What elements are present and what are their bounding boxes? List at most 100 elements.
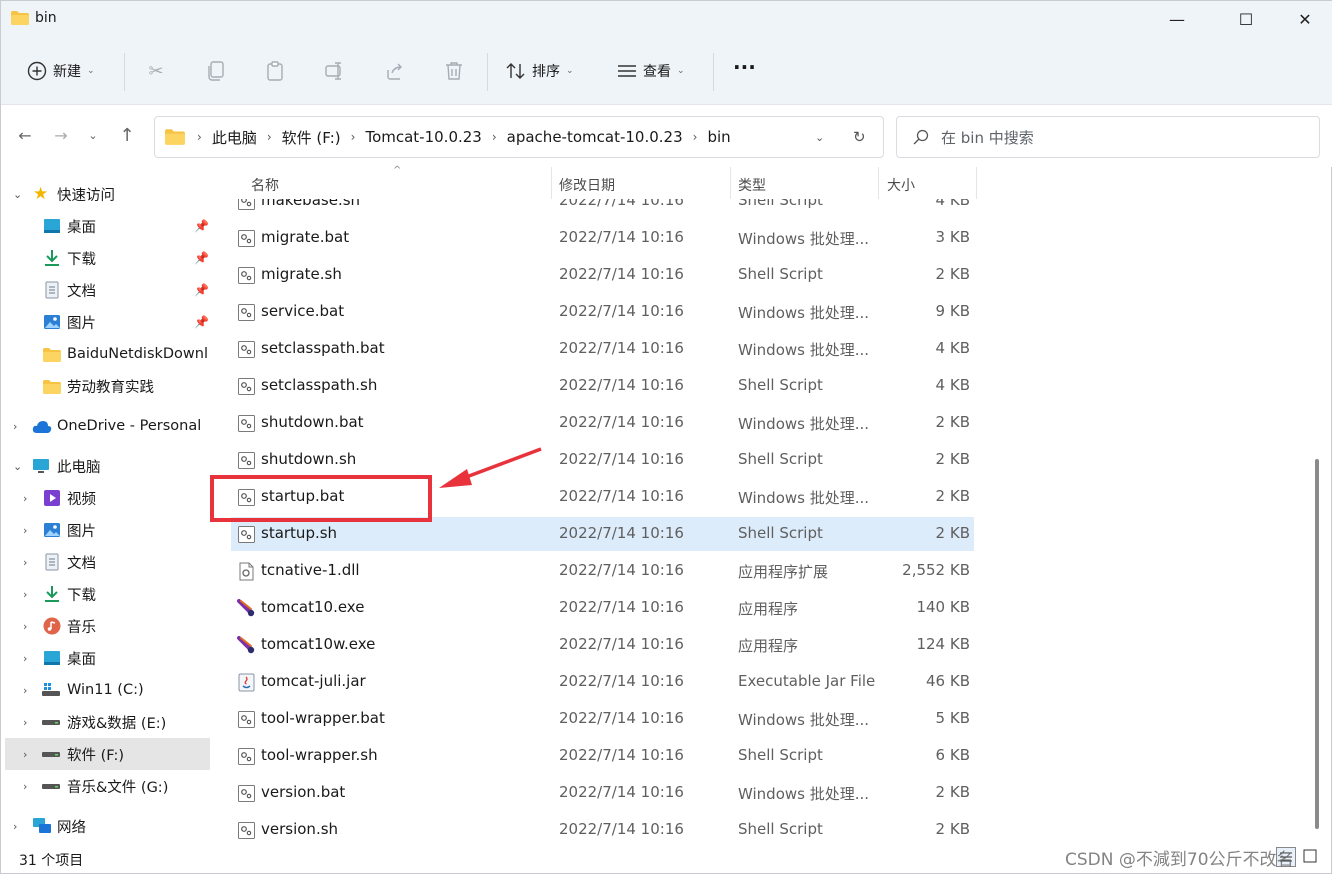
file-row[interactable]: tomcat10.exe 2022/7/14 10:16 应用程序 140 KB bbox=[231, 591, 974, 625]
file-row[interactable]: tcnative-1.dll 2022/7/14 10:16 应用程序扩展 2,552… bbox=[231, 554, 974, 588]
nav-quick-desktop[interactable]: 桌面 📌 bbox=[1, 210, 211, 242]
nav-quick-pictures[interactable]: 图片 📌 bbox=[1, 306, 211, 338]
nav-pc-music[interactable]: › 音乐 bbox=[1, 610, 211, 642]
file-row[interactable]: tool-wrapper.bat 2022/7/14 10:16 Windows 批… bbox=[231, 702, 974, 736]
chevron-right-icon[interactable]: › bbox=[13, 420, 17, 433]
file-name: setclasspath.sh bbox=[261, 376, 378, 394]
delete-button[interactable] bbox=[442, 59, 466, 83]
chevron-right-icon[interactable]: › bbox=[13, 820, 17, 833]
nav-label: 劳动教育实践 bbox=[67, 379, 154, 396]
nav-pc-drive-c[interactable]: › Win11 (C:) bbox=[1, 674, 211, 706]
sort-button[interactable]: 排序 ⌄ bbox=[506, 57, 574, 85]
script-file-icon bbox=[237, 199, 256, 211]
nav-quick-baidu[interactable]: BaiduNetdiskDownl bbox=[1, 338, 211, 370]
chevron-right-icon[interactable]: › bbox=[23, 716, 27, 729]
file-type: Windows 批处理... bbox=[738, 341, 870, 359]
column-header-row: ^ 名称 修改日期 类型 大小 bbox=[231, 165, 977, 199]
nav-pc-downloads[interactable]: › 下载 bbox=[1, 578, 211, 610]
chevron-right-icon[interactable]: › bbox=[23, 524, 27, 537]
file-date: 2022/7/14 10:16 bbox=[559, 487, 684, 505]
minimize-button[interactable]: — bbox=[1154, 1, 1200, 37]
search-box[interactable]: 在 bin 中搜索 bbox=[896, 116, 1320, 158]
back-button[interactable]: ← bbox=[13, 123, 37, 147]
file-row[interactable]: version.sh 2022/7/14 10:16 Shell Script 2 K… bbox=[231, 813, 974, 847]
chevron-right-icon[interactable]: › bbox=[23, 588, 27, 601]
nav-pc-drive-g[interactable]: › 音乐&文件 (G:) bbox=[1, 770, 211, 802]
file-row[interactable]: setclasspath.sh 2022/7/14 10:16 Shell Scri… bbox=[231, 369, 974, 403]
maximize-button[interactable]: ☐ bbox=[1223, 1, 1269, 37]
file-row[interactable]: tool-wrapper.sh 2022/7/14 10:16 Shell Scri… bbox=[231, 739, 974, 773]
chevron-right-icon[interactable]: › bbox=[23, 652, 27, 665]
chevron-down-icon[interactable]: ⌄ bbox=[13, 188, 22, 201]
column-header-type[interactable]: 类型 bbox=[738, 175, 766, 195]
column-header-size[interactable]: 大小 bbox=[887, 175, 915, 195]
column-divider[interactable] bbox=[551, 167, 552, 199]
column-header-name[interactable]: 名称 bbox=[251, 175, 279, 195]
up-button[interactable]: ↑ bbox=[115, 123, 139, 147]
nav-network[interactable]: › 网络 bbox=[1, 810, 211, 842]
share-button[interactable] bbox=[383, 59, 407, 83]
chevron-right-icon[interactable]: › bbox=[23, 780, 27, 793]
file-size: 140 KB bbox=[916, 598, 970, 616]
vertical-scrollbar[interactable] bbox=[1308, 167, 1326, 847]
title-bar[interactable]: bin — ☐ ✕ bbox=[1, 1, 1332, 37]
chevron-right-icon[interactable]: › bbox=[23, 556, 27, 569]
file-row[interactable]: tomcat-juli.jar 2022/7/14 10:16 Executable… bbox=[231, 665, 974, 699]
file-row[interactable]: shutdown.sh 2022/7/14 10:16 Shell Script 2 … bbox=[231, 443, 974, 477]
file-row[interactable]: migrate.sh 2022/7/14 10:16 Shell Script 2 K… bbox=[231, 258, 974, 292]
chevron-down-icon[interactable]: ⌄ bbox=[13, 460, 22, 473]
file-row[interactable]: makebase.sh 2022/7/14 10:16 Shell Script 4 … bbox=[231, 199, 974, 218]
file-name: version.bat bbox=[261, 783, 346, 801]
paste-button[interactable] bbox=[263, 59, 287, 83]
breadcrumb-bin[interactable]: bin bbox=[707, 128, 730, 146]
nav-quick-labor[interactable]: 劳动教育实践 bbox=[1, 370, 211, 402]
nav-quick-access[interactable]: ⌄ ★ 快速访问 bbox=[1, 178, 211, 210]
maximize-icon: ☐ bbox=[1238, 9, 1254, 29]
column-header-date[interactable]: 修改日期 bbox=[559, 175, 615, 195]
nav-quick-downloads[interactable]: 下载 📌 bbox=[1, 242, 211, 274]
chevron-right-icon[interactable]: › bbox=[23, 492, 27, 505]
file-row[interactable]: version.bat 2022/7/14 10:16 Windows 批处理...… bbox=[231, 776, 974, 810]
file-row[interactable]: setclasspath.bat 2022/7/14 10:16 Windows 批… bbox=[231, 332, 974, 366]
nav-pc-drive-e[interactable]: › 游戏&数据 (E:) bbox=[1, 706, 211, 738]
nav-pc-videos[interactable]: › 视频 bbox=[1, 482, 211, 514]
recent-locations-button[interactable]: ⌄ bbox=[81, 123, 105, 147]
column-divider[interactable] bbox=[878, 167, 879, 199]
nav-pc-drive-f[interactable]: › 软件 (F:) bbox=[5, 738, 210, 770]
nav-onedrive[interactable]: › OneDrive - Personal bbox=[1, 410, 211, 442]
breadcrumb-apache-tomcat[interactable]: apache-tomcat-10.0.23 bbox=[507, 128, 683, 146]
file-row[interactable]: tomcat10w.exe 2022/7/14 10:16 应用程序 124 KB bbox=[231, 628, 974, 662]
breadcrumb-this-pc[interactable]: 此电脑 bbox=[212, 127, 257, 148]
nav-quick-documents[interactable]: 文档 📌 bbox=[1, 274, 211, 306]
column-divider[interactable] bbox=[976, 167, 977, 199]
file-row[interactable]: migrate.bat 2022/7/14 10:16 Windows 批处理...… bbox=[231, 221, 974, 255]
address-bar[interactable]: › 此电脑 › 软件 (F:) › Tomcat-10.0.23 › apach… bbox=[154, 116, 884, 158]
tiles-view-button[interactable] bbox=[1301, 847, 1321, 867]
copy-button[interactable] bbox=[204, 59, 228, 83]
nav-pc-documents[interactable]: › 文档 bbox=[1, 546, 211, 578]
rename-button[interactable] bbox=[323, 59, 347, 83]
cut-button[interactable]: ✂ bbox=[144, 59, 168, 83]
chevron-right-icon[interactable]: › bbox=[23, 748, 27, 761]
file-explorer-window: bin — ☐ ✕ 新建 ⌄ ✂ 排序 ⌄ 查看 ⌄ ··· ← → ⌄ ↑ ›… bbox=[0, 0, 1332, 874]
script-file-icon bbox=[237, 451, 256, 470]
more-button[interactable]: ··· bbox=[733, 53, 756, 81]
breadcrumb-tomcat[interactable]: Tomcat-10.0.23 bbox=[365, 128, 481, 146]
nav-this-pc[interactable]: ⌄ 此电脑 bbox=[1, 450, 211, 482]
close-button[interactable]: ✕ bbox=[1282, 1, 1328, 37]
chevron-right-icon[interactable]: › bbox=[23, 620, 27, 633]
file-row[interactable]: shutdown.bat 2022/7/14 10:16 Windows 批处理..… bbox=[231, 406, 974, 440]
file-row[interactable]: startup.sh 2022/7/14 10:16 Shell Script 2 K… bbox=[231, 517, 974, 551]
file-row[interactable]: service.bat 2022/7/14 10:16 Windows 批处理...… bbox=[231, 295, 974, 329]
breadcrumb-drive-f[interactable]: 软件 (F:) bbox=[282, 127, 341, 148]
address-history-chevron-icon[interactable]: ⌄ bbox=[815, 131, 824, 144]
chevron-right-icon[interactable]: › bbox=[23, 684, 27, 697]
column-divider[interactable] bbox=[730, 167, 731, 199]
forward-button[interactable]: → bbox=[49, 123, 73, 147]
view-button[interactable]: 查看 ⌄ bbox=[617, 57, 685, 85]
new-button[interactable]: 新建 ⌄ bbox=[27, 57, 95, 85]
refresh-icon[interactable]: ↻ bbox=[853, 128, 866, 146]
scrollbar-thumb[interactable] bbox=[1315, 459, 1319, 829]
nav-pc-desktop[interactable]: › 桌面 bbox=[1, 642, 211, 674]
nav-pc-pictures[interactable]: › 图片 bbox=[1, 514, 211, 546]
